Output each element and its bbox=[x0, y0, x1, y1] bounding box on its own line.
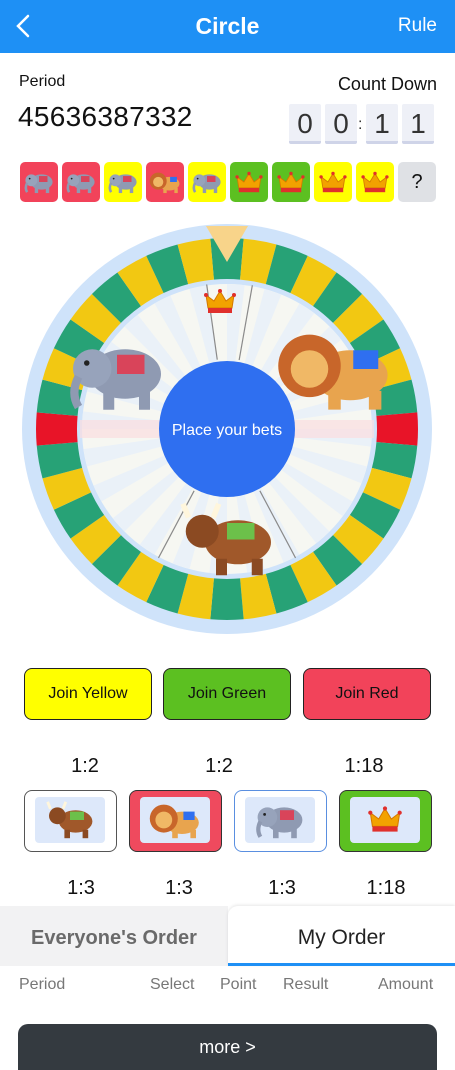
yellow-odds: 1:2 bbox=[71, 755, 99, 777]
wheel-segment bbox=[376, 412, 419, 446]
history-item-lion bbox=[146, 162, 184, 202]
crown-icon bbox=[318, 171, 348, 193]
countdown-digit: 0 bbox=[325, 104, 357, 144]
page: Circle Rule Period 45636387332 Count Dow… bbox=[0, 0, 455, 1070]
crown-odds: 1:18 bbox=[366, 877, 406, 899]
elephant-icon bbox=[23, 172, 54, 195]
elephant-icon bbox=[245, 797, 315, 843]
wheel-segment bbox=[36, 412, 78, 446]
more-button[interactable]: more > bbox=[18, 1024, 437, 1070]
history-item-crown bbox=[230, 162, 268, 202]
countdown-digit: 0 bbox=[289, 104, 321, 144]
elephant-icon bbox=[191, 172, 223, 195]
elephant-icon bbox=[108, 172, 139, 195]
wheel-segment bbox=[210, 578, 244, 620]
ox-icon bbox=[45, 800, 95, 840]
join-red-button[interactable]: Join Red bbox=[303, 668, 431, 720]
bet-elephant-card[interactable] bbox=[234, 790, 327, 852]
history-item-elephant bbox=[188, 162, 226, 202]
top-app-bar: Circle Rule bbox=[0, 0, 455, 53]
join-yellow-button[interactable]: Join Yellow bbox=[24, 668, 152, 720]
green-odds: 1:2 bbox=[205, 755, 233, 777]
crown-icon bbox=[360, 171, 390, 193]
tab-my-order[interactable]: My Order bbox=[228, 906, 455, 966]
history-item-crown bbox=[314, 162, 352, 202]
tab-everyones-order[interactable]: Everyone's Order bbox=[0, 906, 228, 966]
countdown-separator: : bbox=[358, 116, 363, 133]
elephant-odds: 1:3 bbox=[268, 877, 296, 899]
crown-icon bbox=[234, 171, 264, 193]
history-item-elephant bbox=[20, 162, 58, 202]
history-item-elephant bbox=[62, 162, 100, 202]
bet-ox-card[interactable] bbox=[24, 790, 117, 852]
period-value: 45636387332 bbox=[18, 101, 193, 132]
lion-icon bbox=[149, 804, 199, 839]
join-green-button[interactable]: Join Green bbox=[163, 668, 291, 720]
countdown-label: Count Down bbox=[337, 74, 437, 94]
prize-wheel: Place your bets bbox=[22, 224, 432, 634]
page-title: Circle bbox=[195, 13, 260, 39]
history-item-crown bbox=[272, 162, 310, 202]
column-result: Result bbox=[283, 976, 329, 993]
history-pending: ? bbox=[398, 162, 436, 202]
column-select: Select bbox=[150, 976, 195, 993]
history-item-crown bbox=[356, 162, 394, 202]
order-tabs: Everyone's Order My Order bbox=[0, 906, 455, 966]
ox-odds: 1:3 bbox=[67, 877, 95, 899]
countdown-digit: 1 bbox=[366, 104, 398, 144]
center-label: Place your bets bbox=[172, 422, 282, 439]
column-amount: Amount bbox=[378, 976, 434, 993]
column-point: Point bbox=[220, 976, 257, 993]
period-label: Period bbox=[19, 73, 66, 90]
rule-link[interactable]: Rule bbox=[398, 15, 437, 37]
bet-crown-card[interactable] bbox=[339, 790, 432, 852]
crown-icon bbox=[276, 171, 306, 193]
column-period: Period bbox=[19, 976, 66, 993]
lion-odds: 1:3 bbox=[165, 877, 193, 899]
red-odds: 1:18 bbox=[344, 755, 384, 777]
elephant-icon bbox=[66, 172, 96, 195]
wheel-graphic: Place your bets bbox=[22, 224, 432, 634]
countdown-digit: 1 bbox=[402, 104, 434, 144]
history-item-elephant bbox=[104, 162, 142, 202]
lion-icon bbox=[149, 172, 180, 194]
crown-icon bbox=[367, 805, 403, 833]
bet-lion-card[interactable] bbox=[129, 790, 222, 852]
